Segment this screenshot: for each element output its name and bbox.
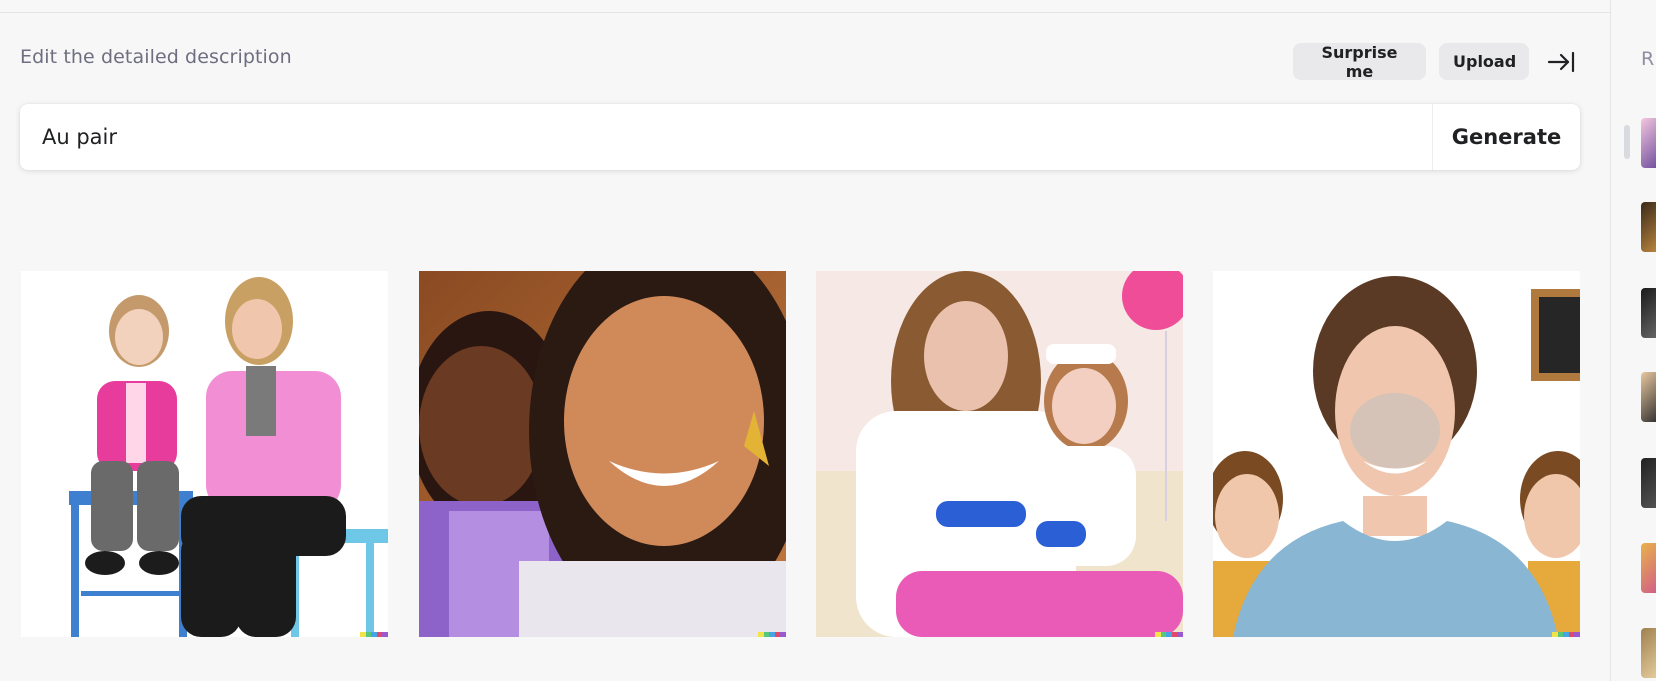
- signature-strip-3: [1155, 632, 1183, 637]
- upload-button[interactable]: Upload: [1439, 43, 1529, 80]
- history-sidebar: R: [1610, 0, 1656, 681]
- arrow-to-right-icon[interactable]: [1546, 49, 1576, 75]
- top-divider: [0, 12, 1610, 13]
- page-title: Edit the detailed description: [20, 46, 292, 68]
- history-thumb[interactable]: [1641, 202, 1656, 252]
- generate-button[interactable]: Generate: [1433, 104, 1580, 170]
- sidebar-label: R: [1641, 48, 1655, 70]
- signature-strip-4: [1552, 632, 1580, 637]
- result-image-2[interactable]: [419, 271, 786, 637]
- history-thumb[interactable]: [1641, 458, 1656, 508]
- result-image-1[interactable]: [21, 271, 388, 637]
- history-thumb[interactable]: [1641, 372, 1656, 422]
- history-thumb[interactable]: [1641, 628, 1656, 678]
- result-image-3[interactable]: [816, 271, 1183, 637]
- surprise-me-button[interactable]: Surprise me: [1293, 43, 1426, 81]
- history-thumb[interactable]: [1641, 543, 1656, 593]
- history-thumb[interactable]: [1641, 288, 1656, 338]
- prompt-input[interactable]: [20, 104, 1432, 170]
- history-thumb[interactable]: [1641, 118, 1656, 168]
- signature-strip-2: [758, 632, 786, 637]
- prompt-bar: Generate: [20, 104, 1580, 170]
- sidebar-scrollbar[interactable]: [1624, 125, 1630, 159]
- signature-strip-1: [360, 632, 388, 637]
- main-panel: Edit the detailed description Surprise m…: [0, 0, 1610, 681]
- result-image-4[interactable]: [1213, 271, 1580, 637]
